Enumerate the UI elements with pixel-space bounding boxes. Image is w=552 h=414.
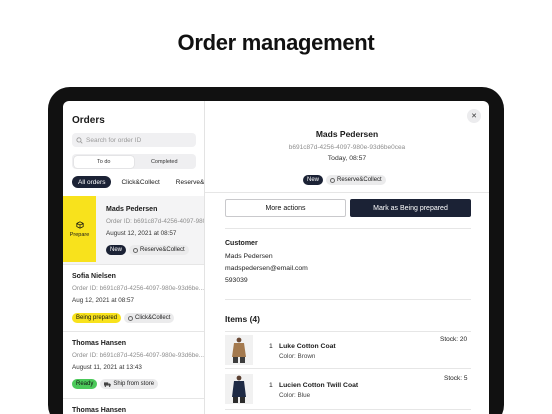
order-row-selected[interactable]: Prepare Mads Pedersen Order ID: b691c87d… xyxy=(63,196,204,265)
item-name: Luke Cotton Coat xyxy=(279,343,336,350)
orders-list-pane: Orders Search for order ID To do Complet… xyxy=(63,101,205,414)
coat-blue-image xyxy=(232,375,246,403)
circle-icon xyxy=(128,315,134,321)
customer-phone: 593039 xyxy=(225,277,248,284)
item-quantity: 1 xyxy=(269,343,273,350)
method-badge: Reserve&Collect xyxy=(326,175,386,185)
order-date: Aug 12, 2021 at 08:57 xyxy=(72,297,134,304)
order-id: Order ID: b691c87d-4256-4097-980e-93d6be… xyxy=(72,352,204,359)
detail-order-date: Today, 08:57 xyxy=(327,155,367,162)
chip-click-collect[interactable]: Click&Collect xyxy=(115,176,165,188)
item-stock: Stock: 5 xyxy=(444,375,468,382)
order-id: Order ID: b691c87d-4256-4097-980e-93d6be… xyxy=(72,285,204,292)
chip-all-orders[interactable]: All orders xyxy=(72,176,112,188)
order-row[interactable]: Thomas Hansen xyxy=(63,399,204,414)
product-image xyxy=(225,335,253,365)
detail-tags: New Reserve&Collect xyxy=(303,175,386,185)
product-image xyxy=(225,374,253,404)
divider xyxy=(205,192,489,193)
order-customer-name: Mads Pedersen xyxy=(106,206,158,213)
search-input[interactable]: Search for order ID xyxy=(72,133,196,147)
item-stock: Stock: 20 xyxy=(440,336,468,343)
status-badge: New xyxy=(303,175,324,185)
item-color: Color: Brown xyxy=(279,353,316,360)
order-tags: Ready Ship from store xyxy=(72,379,159,389)
status-badge: New xyxy=(106,245,127,255)
mark-being-prepared-button[interactable]: Mark as Being prepared xyxy=(350,199,471,217)
segment-to-do[interactable]: To do xyxy=(73,155,134,168)
orders-title: Orders xyxy=(72,115,105,126)
divider xyxy=(225,368,471,369)
circle-icon xyxy=(330,177,336,183)
method-label: Reserve&Collect xyxy=(337,177,382,183)
divider xyxy=(225,228,471,229)
order-row[interactable]: Thomas Hansen Order ID: b691c87d-4256-40… xyxy=(63,332,204,399)
items-section-title: Items (4) xyxy=(225,314,260,324)
divider xyxy=(225,331,471,332)
divider xyxy=(225,299,471,300)
close-icon: ✕ xyxy=(471,113,477,120)
status-badge: Being prepared xyxy=(72,313,122,323)
close-button[interactable]: ✕ xyxy=(467,109,481,123)
method-label: Reserve&Collect xyxy=(140,247,185,253)
prepare-label: Prepare xyxy=(69,231,90,238)
order-customer-name: Thomas Hansen xyxy=(72,340,127,347)
order-customer-name: Sofia Nielsen xyxy=(72,273,116,280)
item-quantity: 1 xyxy=(269,382,273,389)
method-badge: Ship from store xyxy=(100,379,159,389)
status-segmented-control: To do Completed xyxy=(72,154,196,169)
order-tags: New Reserve&Collect xyxy=(106,245,189,255)
order-tags: Being prepared Click&Collect xyxy=(72,313,175,323)
method-label: Click&Collect xyxy=(135,315,171,321)
prepare-action[interactable]: Prepare xyxy=(63,196,96,262)
method-label: Ship from store xyxy=(113,381,155,387)
circle-icon xyxy=(133,247,139,253)
search-placeholder: Search for order ID xyxy=(86,136,142,144)
method-badge: Click&Collect xyxy=(124,313,175,323)
search-icon xyxy=(72,136,86,144)
coat-brown-image xyxy=(232,337,246,363)
filter-chips: All orders Click&Collect Reserve&Collect xyxy=(72,176,204,188)
order-row[interactable]: Sofia Nielsen Order ID: b691c87d-4256-40… xyxy=(63,265,204,332)
box-icon xyxy=(75,220,84,229)
item-name: Lucien Cotton Twill Coat xyxy=(279,382,359,389)
item-color: Color: Blue xyxy=(279,392,311,399)
detail-order-id: b691c87d-4256-4097-980e-93d6be0cea xyxy=(288,144,406,151)
truck-icon xyxy=(104,381,112,387)
order-id: Order ID: b691c87d-4256-4097-980e-93d6be… xyxy=(106,218,204,225)
status-badge: Ready xyxy=(72,379,98,389)
order-customer-name: Thomas Hansen xyxy=(72,407,127,414)
detail-customer-name: Mads Pedersen xyxy=(315,129,379,139)
customer-section-title: Customer xyxy=(225,240,258,247)
order-date: August 11, 2021 at 13:43 xyxy=(72,364,142,371)
customer-name: Mads Pedersen xyxy=(225,253,273,260)
chip-reserve-collect[interactable]: Reserve&Collect xyxy=(170,176,204,188)
order-date: August 12, 2021 at 08:57 xyxy=(106,230,177,237)
customer-email: madspedersen@email.com xyxy=(225,265,308,272)
app-screen: Orders Search for order ID To do Complet… xyxy=(63,101,489,414)
page-headline: Order management xyxy=(177,30,375,55)
segment-completed[interactable]: Completed xyxy=(134,156,195,168)
method-badge: Reserve&Collect xyxy=(129,245,189,255)
more-actions-button[interactable]: More actions xyxy=(225,199,346,217)
divider xyxy=(225,409,471,410)
